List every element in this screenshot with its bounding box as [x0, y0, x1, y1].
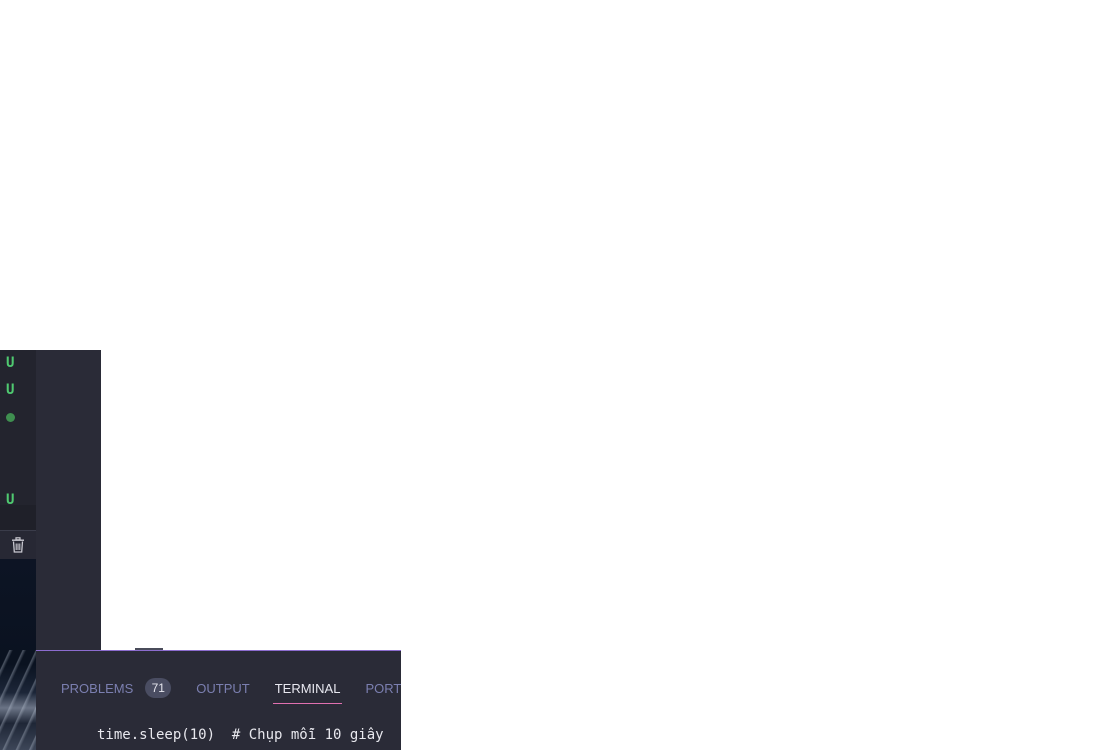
tab-output-label: OUTPUT	[196, 680, 250, 696]
tab-terminal[interactable]: TERMINAL	[272, 673, 343, 704]
wallpaper-streaks	[0, 650, 36, 750]
git-status-untracked: U	[6, 355, 15, 371]
tab-ports[interactable]: PORTS	[365, 673, 401, 703]
modified-dot-icon	[6, 413, 15, 422]
terminal-output-line[interactable]: time.sleep(10) # Chụp mỗi 10 giây	[97, 727, 384, 743]
trash-icon[interactable]	[11, 537, 25, 553]
tab-output[interactable]: OUTPUT	[196, 673, 249, 703]
sidebar-toolbar-header	[0, 505, 36, 531]
explorer-strip: U U U	[0, 350, 36, 508]
bottom-panel: PROBLEMS 71 OUTPUT TERMINAL PORTS time.s…	[36, 650, 401, 750]
panel-divider	[36, 651, 401, 667]
git-status-untracked: U	[6, 382, 15, 398]
sidebar-toolbar	[0, 531, 36, 559]
problems-count-badge: 71	[145, 678, 172, 698]
tab-problems-label: PROBLEMS	[61, 680, 134, 696]
panel-tab-bar: PROBLEMS 71 OUTPUT TERMINAL PORTS	[36, 673, 401, 704]
tab-problems[interactable]: PROBLEMS 71	[61, 673, 172, 703]
tab-ports-label: PORTS	[365, 680, 401, 696]
editor-area	[36, 350, 101, 650]
tab-terminal-label: TERMINAL	[274, 680, 341, 696]
